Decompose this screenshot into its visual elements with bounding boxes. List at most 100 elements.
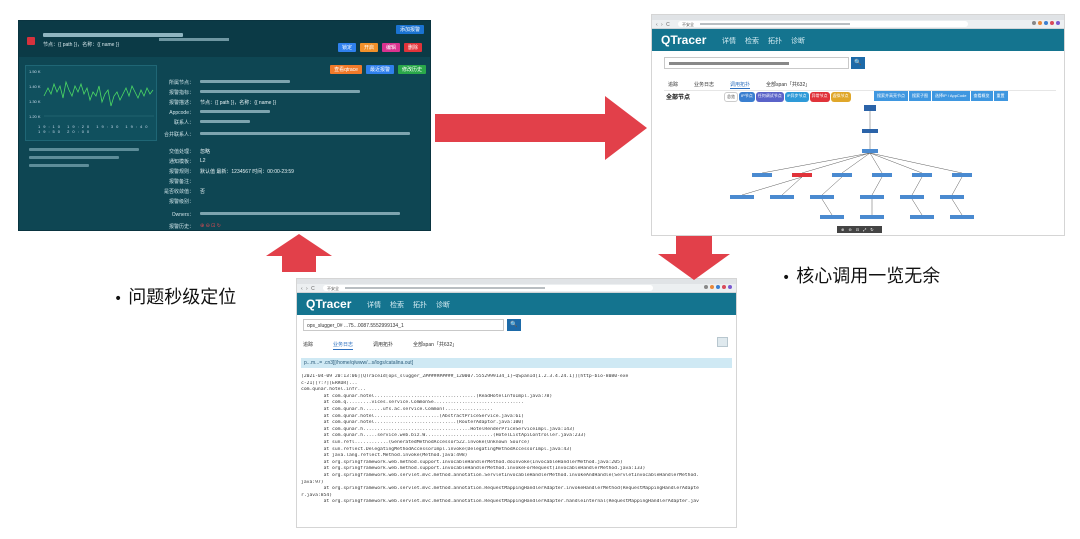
topology-node[interactable] <box>910 215 934 219</box>
arrow-down <box>658 236 730 280</box>
topology-node[interactable] <box>912 173 932 177</box>
recent-alerts-button[interactable]: 最近报警 <box>365 65 394 74</box>
browser-nav-icons[interactable]: ‹ › C <box>301 286 316 292</box>
topology-node[interactable] <box>862 129 878 133</box>
extension-icon[interactable] <box>1050 21 1054 25</box>
fit-icon[interactable]: ⊡ <box>856 227 863 232</box>
field-label: 所属节点： <box>168 80 194 86</box>
extension-icon[interactable] <box>1044 21 1048 25</box>
highlight-node-button[interactable]: 搜索并高亮节点 <box>874 91 908 101</box>
tab-call-topology[interactable]: 调用拓扑 <box>730 81 751 89</box>
node-filter-bar: 全部节点 总览 IP节点 任何调试节点 IP异步节点 异常节点 虚拟节点 搜索并高亮节点 … <box>664 90 1056 102</box>
business-log-screenshot: ‹ › C 不安全 QTracer 详情 检索 拓扑 诊断 ops_slugge… <box>296 278 737 528</box>
zoom-out-icon[interactable]: ⊖ <box>848 227 855 232</box>
trace-id-input[interactable] <box>664 57 849 69</box>
qtracer-logo[interactable]: QTracer <box>306 297 351 311</box>
tab-call-topology[interactable]: 调用拓扑 <box>373 341 393 350</box>
lock-button[interactable]: 锁定 <box>337 43 356 52</box>
log-line: java:97) <box>301 479 324 485</box>
node-type-pill[interactable]: 总览 <box>724 92 738 102</box>
topology-node[interactable] <box>832 173 852 177</box>
view-overview-button[interactable]: 查看概览 <box>970 91 993 101</box>
topology-node[interactable] <box>820 215 844 219</box>
log-line: at com.qunar.h..........................… <box>301 426 575 432</box>
caption-right-text: 核心调用一览无余 <box>796 266 941 287</box>
topology-node[interactable] <box>952 173 972 177</box>
topology-node[interactable] <box>810 195 834 199</box>
topology-node[interactable] <box>730 195 754 199</box>
topology-node[interactable] <box>770 195 794 199</box>
field-value: 否 <box>200 189 206 195</box>
topology-node[interactable] <box>752 173 772 177</box>
qtracer-logo[interactable]: QTracer <box>661 33 706 47</box>
trace-id-input[interactable]: ops_slugger_0# ...75...0087.5552999134_1 <box>303 319 504 331</box>
topology-node[interactable] <box>860 215 884 219</box>
menu-diagnose[interactable]: 诊断 <box>436 300 450 310</box>
node-type-pill[interactable]: IP节点 <box>739 92 755 102</box>
topology-node[interactable] <box>864 105 876 111</box>
topology-node[interactable] <box>872 173 892 177</box>
trace-subtabs: 追踪 业务日志 调用拓扑 全部span「共632」 <box>303 341 457 350</box>
menu-topology[interactable]: 拓扑 <box>413 300 427 310</box>
extension-icon[interactable] <box>722 285 726 289</box>
extension-icon[interactable] <box>1056 21 1060 25</box>
extension-icon[interactable] <box>716 285 720 289</box>
menu-search[interactable]: 检索 <box>745 36 759 46</box>
edit-button[interactable]: 编辑 <box>381 43 400 52</box>
view-qtrace-button[interactable]: 查看qtrace <box>330 65 362 74</box>
menu-detail[interactable]: 详情 <box>722 36 736 46</box>
topology-node[interactable] <box>950 215 974 219</box>
trace-id-value: ops_slugger_0# ...75...0087.5552999134_1 <box>307 323 404 329</box>
extension-icon[interactable] <box>728 285 732 289</box>
search-button[interactable]: 🔍 <box>851 57 865 69</box>
node-type-pill[interactable]: IP异步节点 <box>784 92 809 102</box>
browser-tabs <box>652 15 1064 20</box>
graph-zoom-controls[interactable]: ⊕⊖⊡⤢↻ <box>837 226 882 233</box>
menu-topology[interactable]: 拓扑 <box>768 36 782 46</box>
reset-button[interactable]: 重置 <box>993 91 1008 101</box>
extension-icon[interactable] <box>1032 21 1036 25</box>
menu-diagnose[interactable]: 诊断 <box>791 36 805 46</box>
topology-node[interactable] <box>900 195 924 199</box>
edit-history-button[interactable]: 修改历史 <box>397 65 426 74</box>
search-button[interactable]: 🔍 <box>507 319 521 331</box>
node-type-pill[interactable]: 异常节点 <box>809 92 830 102</box>
topology-node[interactable] <box>940 195 964 199</box>
extension-icon[interactable] <box>1038 21 1042 25</box>
node-type-pill[interactable]: 虚拟节点 <box>830 92 851 102</box>
trace-subtabs: 追踪 业务日志 调用拓扑 全部span「共632」 <box>668 81 810 89</box>
menu-search[interactable]: 检索 <box>390 300 404 310</box>
url-redacted <box>700 23 850 25</box>
enable-button[interactable]: 开启 <box>359 43 378 52</box>
delete-button[interactable]: 删除 <box>403 43 422 52</box>
tab-trace[interactable]: 追踪 <box>303 341 313 350</box>
tab-trace[interactable]: 追踪 <box>668 81 678 89</box>
search-subgraph-button[interactable]: 搜索子图 <box>909 91 931 101</box>
alert-header: 添加报警 节点：{{ path }}，名称：{{ name }} 锁定 开启 编… <box>19 21 430 57</box>
topology-node[interactable] <box>862 149 878 153</box>
field-label: 通知模板： <box>168 159 194 165</box>
menu-detail[interactable]: 详情 <box>367 300 381 310</box>
extension-icon[interactable] <box>704 285 708 289</box>
tab-all-spans[interactable]: 全部span「共632」 <box>413 341 457 350</box>
field-rule: 报警规则： 默认值 最新：1234567 时间：00:00-23:59 <box>164 168 426 175</box>
browser-nav-icons[interactable]: ‹ › C <box>656 22 671 28</box>
node-type-pill[interactable]: 任何调试节点 <box>755 92 784 102</box>
topology-node-error[interactable] <box>792 173 812 177</box>
insecure-label: 不安全 <box>327 286 339 291</box>
topology-node[interactable] <box>860 195 884 199</box>
refresh-icon[interactable]: ↻ <box>870 227 877 232</box>
select-ip-appcode-button[interactable]: 选择IP / AppCode <box>932 91 970 101</box>
call-topology-graph[interactable] <box>722 103 992 223</box>
log-line: [2021-04-09 20:13:06][QTraceId[ops_slugg… <box>301 374 629 379</box>
add-alert-button[interactable]: 添加报警 <box>395 25 424 34</box>
extension-icon[interactable] <box>710 285 714 289</box>
tab-business-log[interactable]: 业务日志 <box>694 81 714 89</box>
field-history: 报警历史： ⊕ ⊖ ⊡ ↻ <box>164 223 426 230</box>
tab-all-spans[interactable]: 全部span「共632」 <box>766 81 810 89</box>
expand-icon[interactable] <box>717 337 728 347</box>
browser-toolbar: ‹ › C 不安全 <box>297 279 736 293</box>
history-icons[interactable]: ⊕ ⊖ ⊡ ↻ <box>200 223 221 230</box>
tab-business-log[interactable]: 业务日志 <box>333 341 354 350</box>
field-label: Appcode： <box>169 110 194 116</box>
